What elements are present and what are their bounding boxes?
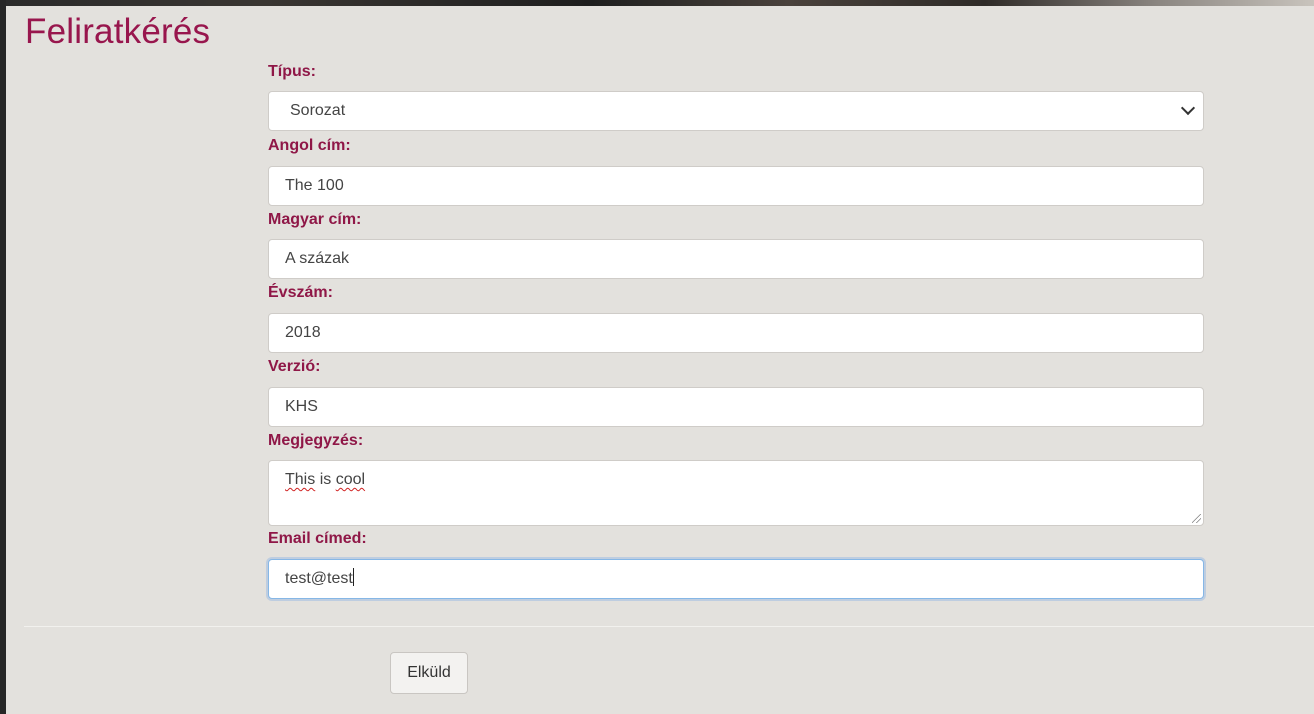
email-input[interactable]: test@test (268, 559, 1204, 599)
version-input[interactable]: KHS (268, 387, 1204, 427)
email-label: Email címed: (268, 530, 367, 547)
note-word-misspelled: This (285, 471, 316, 488)
year-input[interactable]: 2018 (268, 313, 1204, 353)
note-textarea[interactable]: This is cool (268, 460, 1204, 526)
version-label: Verzió: (268, 358, 321, 375)
email-value: test@test (285, 570, 353, 587)
resize-handle-icon[interactable] (1192, 514, 1201, 523)
page-title: Feliratkérés (25, 12, 211, 51)
form-panel: Feliratkérés Típus: Sorozat Angol cím: T… (6, 6, 1314, 714)
version-value: KHS (285, 398, 318, 415)
year-value: 2018 (285, 324, 321, 341)
note-label: Megjegyzés: (268, 432, 364, 449)
english-title-value: The 100 (285, 177, 344, 194)
english-title-input[interactable]: The 100 (268, 166, 1204, 206)
hungarian-title-input[interactable]: A százak (268, 239, 1204, 279)
note-word-misspelled: cool (335, 471, 366, 488)
hungarian-title-value: A százak (285, 250, 350, 267)
note-word: is (319, 471, 332, 488)
hungarian-title-label: Magyar cím: (268, 211, 362, 228)
text-caret (352, 568, 354, 586)
type-select[interactable]: Sorozat (268, 91, 1204, 131)
english-title-label: Angol cím: (268, 137, 351, 154)
divider (24, 626, 1314, 627)
type-label: Típus: (268, 63, 316, 80)
submit-button[interactable]: Elküld (390, 652, 468, 694)
type-select-value: Sorozat (290, 102, 346, 119)
year-label: Évszám: (268, 284, 333, 301)
chevron-down-icon (1180, 100, 1196, 116)
